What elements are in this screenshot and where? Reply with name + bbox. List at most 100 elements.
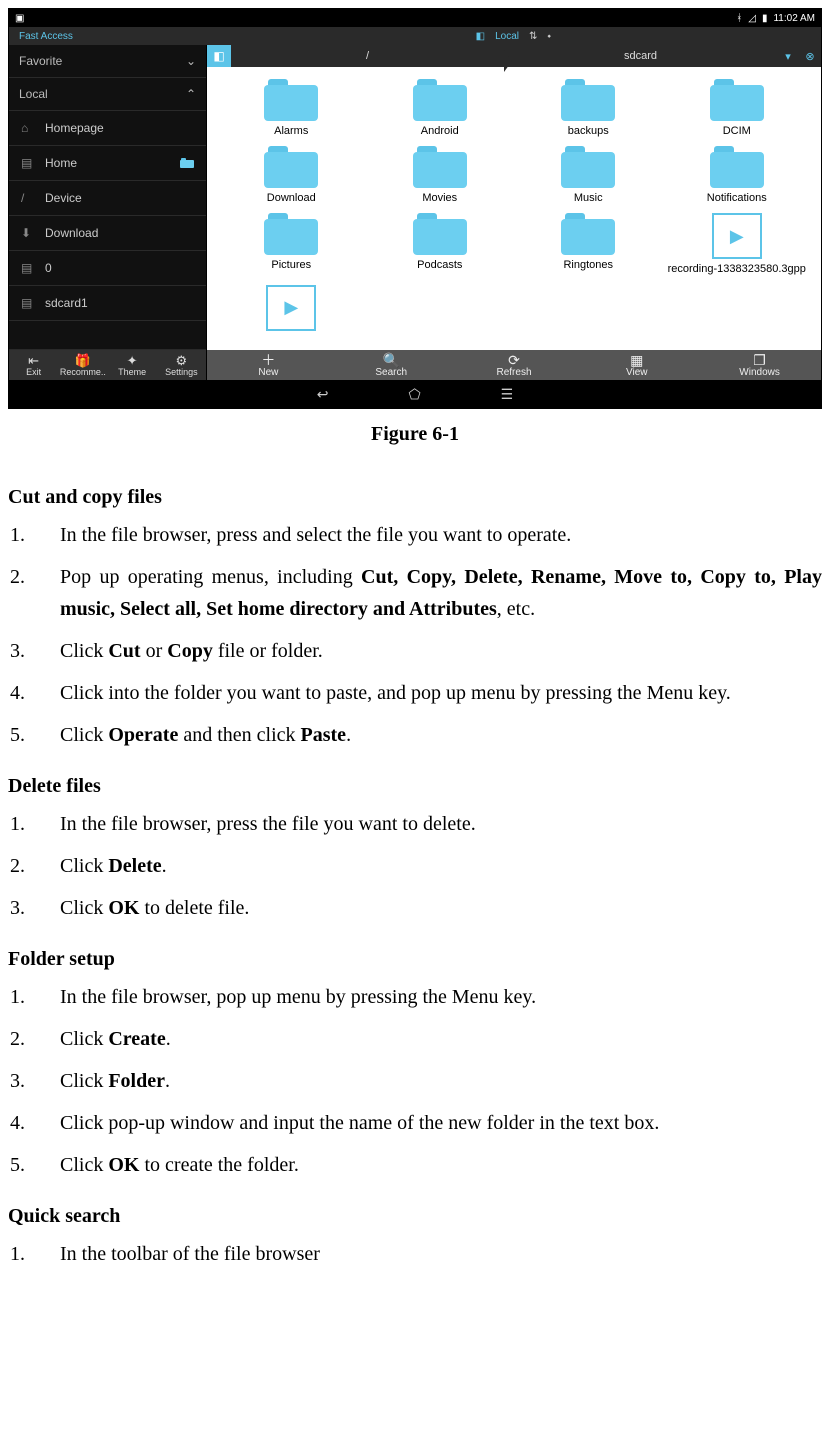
sidebar-item-label: Home xyxy=(45,156,77,170)
breadcrumb-sdcard[interactable]: sdcard xyxy=(504,50,777,62)
folder-icon xyxy=(264,213,318,255)
windows-icon: ❐ xyxy=(753,353,766,367)
sidebar-section-favorite[interactable]: Favorite ⌄ xyxy=(9,45,206,78)
signal-icon: ◿ xyxy=(748,13,756,24)
item-label: Notifications xyxy=(707,192,767,205)
folder-item[interactable]: Notifications xyxy=(663,144,812,207)
sidebar-item-sdcard1[interactable]: ▤ sdcard1 xyxy=(9,286,206,321)
recent-icon[interactable]: ☰ xyxy=(501,386,514,403)
section-heading: Delete files xyxy=(8,775,822,798)
search-icon: 🔍 xyxy=(382,353,399,367)
section-heading: Cut and copy files xyxy=(8,486,822,509)
theme-icon: ✦ xyxy=(108,354,157,367)
home-outline-icon: ⌂ xyxy=(21,121,35,135)
folder-item[interactable]: Pictures xyxy=(217,211,366,278)
step: Click OK to create the folder. xyxy=(8,1149,822,1181)
step-list: In the file browser, press the file you … xyxy=(8,808,822,924)
button-label: Settings xyxy=(165,367,198,377)
sidebar-item-label: Homepage xyxy=(45,121,104,135)
home-icon[interactable]: ⬠ xyxy=(409,386,421,403)
folder-item[interactable]: Movies xyxy=(366,144,515,207)
chevron-up-icon: ⌃ xyxy=(186,87,196,101)
step: Click Cut or Copy file or folder. xyxy=(8,635,822,667)
theme-button[interactable]: ✦Theme xyxy=(108,350,157,380)
more-icon: ⬩ xyxy=(547,31,551,42)
step: Click pop-up window and input the name o… xyxy=(8,1107,822,1139)
folder-icon xyxy=(264,146,318,188)
file-grid: Alarms Android backups DCIM Download Mov… xyxy=(207,67,821,350)
item-label: Pictures xyxy=(271,259,311,272)
sidebar-item-device[interactable]: / Device xyxy=(9,181,206,216)
tab-fast-access[interactable]: Fast Access xyxy=(19,31,73,42)
sidebar-item-download[interactable]: ⬇ Download xyxy=(9,216,206,251)
step-list: In the toolbar of the file browser xyxy=(8,1238,822,1270)
exit-button[interactable]: ⇤Exit xyxy=(9,350,58,380)
folder-item[interactable]: backups xyxy=(514,77,663,140)
sidebar-item-label: Download xyxy=(45,226,98,240)
refresh-button[interactable]: ⟳Refresh xyxy=(453,350,576,380)
notification-icon: ▣ xyxy=(15,13,24,24)
sliders-icon: ⚙ xyxy=(157,354,206,367)
windows-button[interactable]: ❐Windows xyxy=(698,350,821,380)
back-icon[interactable]: ↩ xyxy=(317,386,329,403)
section-heading: Folder setup xyxy=(8,948,822,971)
folder-icon xyxy=(413,146,467,188)
folder-item[interactable]: Music xyxy=(514,144,663,207)
new-button[interactable]: ＋New xyxy=(207,350,330,380)
tab-local[interactable]: Local xyxy=(495,31,519,42)
close-tab-icon[interactable]: ⊗ xyxy=(799,50,821,63)
bottom-toolbar: ＋New 🔍Search ⟳Refresh ▦View ❐Windows xyxy=(207,350,821,380)
slash-icon: / xyxy=(21,191,35,205)
android-status-bar: ▣ ᚼ ◿ ▮ 11:02 AM xyxy=(9,9,821,27)
item-label: Movies xyxy=(422,192,457,205)
gift-icon: 🎁 xyxy=(58,354,107,367)
step: Click Folder. xyxy=(8,1065,822,1097)
sidebar-item-home[interactable]: ▤ Home xyxy=(9,146,206,181)
sidebar-section-local[interactable]: Local ⌃ xyxy=(9,78,206,111)
step: Click Delete. xyxy=(8,850,822,882)
sidebar: Favorite ⌄ Local ⌃ ⌂ Homepage ▤ Home xyxy=(9,45,207,380)
step: In the file browser, press and select th… xyxy=(8,519,822,551)
step-list: In the file browser, press and select th… xyxy=(8,519,822,751)
file-item[interactable]: ▶recording-1338323580.3gpp xyxy=(663,211,812,278)
path-menu-icon[interactable]: ▾ xyxy=(777,50,799,63)
exit-icon: ⇤ xyxy=(9,354,58,367)
sidebar-item-0[interactable]: ▤ 0 xyxy=(9,251,206,286)
search-button[interactable]: 🔍Search xyxy=(330,350,453,380)
button-label: Windows xyxy=(739,367,780,378)
view-button[interactable]: ▦View xyxy=(575,350,698,380)
button-label: Exit xyxy=(26,367,41,377)
folder-item[interactable]: Android xyxy=(366,77,515,140)
folder-item[interactable]: DCIM xyxy=(663,77,812,140)
breadcrumb-root[interactable]: / xyxy=(231,50,504,62)
button-label: Theme xyxy=(118,367,146,377)
item-label: Music xyxy=(574,192,603,205)
figure-caption: Figure 6-1 xyxy=(8,423,822,446)
window-tab-strip: Fast Access ◧ Local ⇅ ⬩ xyxy=(9,27,821,45)
button-label: Search xyxy=(375,367,407,378)
refresh-icon: ⟳ xyxy=(508,353,520,367)
folder-icon xyxy=(561,213,615,255)
clock-text: 11:02 AM xyxy=(773,13,815,24)
usb-icon: ⇅ xyxy=(529,31,537,42)
folder-item[interactable]: Ringtones xyxy=(514,211,663,278)
bluetooth-icon: ᚼ xyxy=(736,13,742,24)
step: In the toolbar of the file browser xyxy=(8,1238,822,1270)
file-item[interactable]: ▶ xyxy=(217,283,366,337)
folder-item[interactable]: Download xyxy=(217,144,366,207)
step-list: In the file browser, pop up menu by pres… xyxy=(8,981,822,1181)
button-label: Refresh xyxy=(496,367,531,378)
folder-icon xyxy=(413,213,467,255)
download-icon: ⬇ xyxy=(21,226,35,240)
folder-icon xyxy=(413,79,467,121)
video-file-icon: ▶ xyxy=(266,285,316,331)
settings-button[interactable]: ⚙Settings xyxy=(157,350,206,380)
folder-icon: ▤ xyxy=(21,156,35,170)
sidebar-item-homepage[interactable]: ⌂ Homepage xyxy=(9,111,206,146)
folder-item[interactable]: Podcasts xyxy=(366,211,515,278)
recommend-button[interactable]: 🎁Recomme.. xyxy=(58,350,107,380)
folder-item[interactable]: Alarms xyxy=(217,77,366,140)
button-label: Recomme.. xyxy=(60,367,106,377)
storage-icon[interactable]: ◧ xyxy=(207,45,231,67)
item-label: recording-1338323580.3gpp xyxy=(668,263,806,276)
